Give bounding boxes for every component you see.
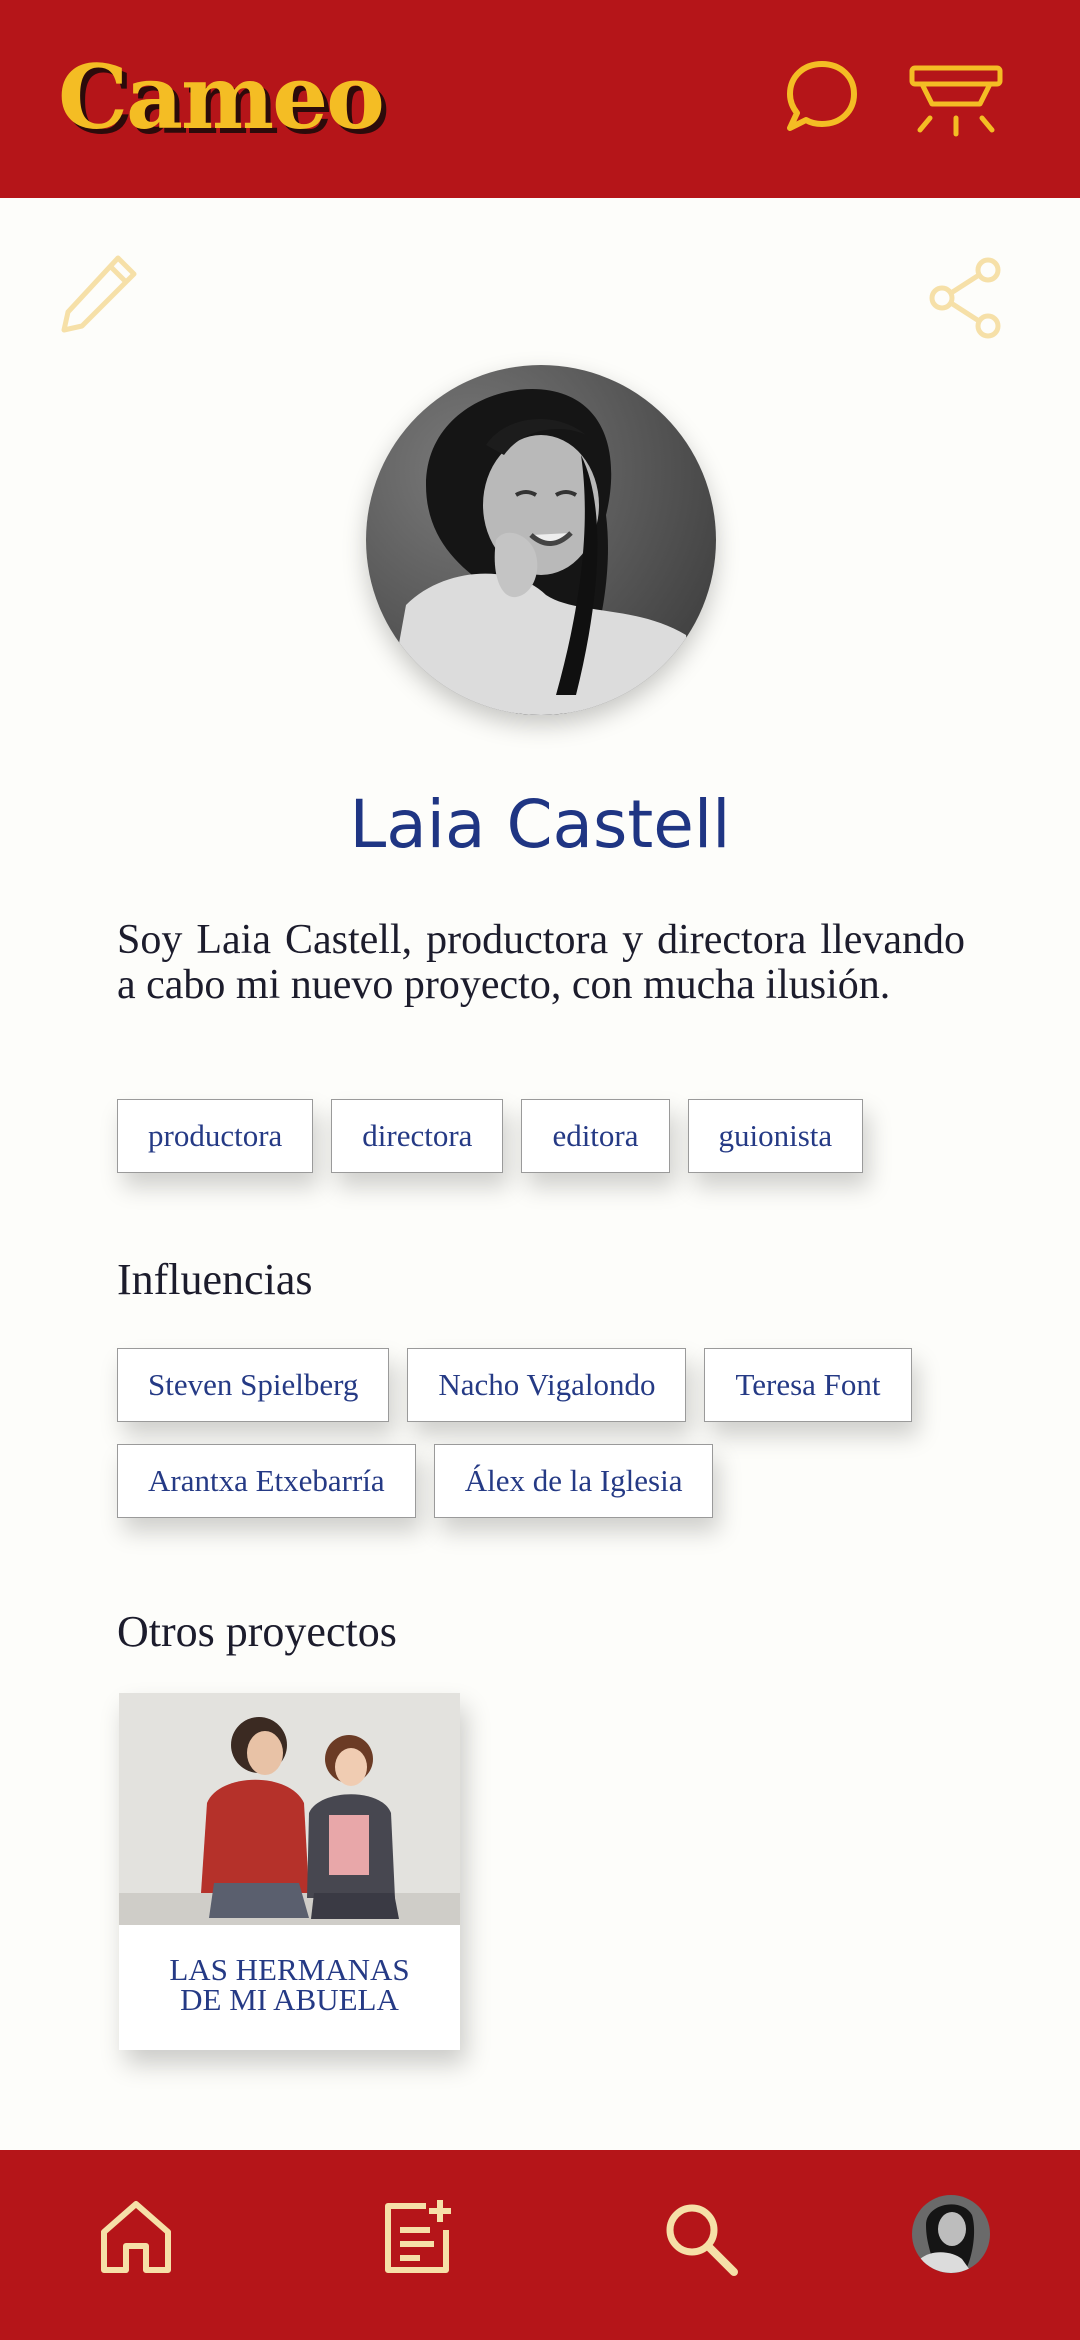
- influence-tag[interactable]: Nacho Vigalondo: [407, 1348, 687, 1422]
- app-logo[interactable]: Cameo: [58, 42, 385, 152]
- role-tags: productora directora editora guionista: [117, 1099, 864, 1173]
- profile-photo: [366, 365, 716, 715]
- project-title: LAS HERMANAS DE MI ABUELA: [169, 1952, 410, 2017]
- influence-tags: Steven Spielberg Nacho Vigalondo Teresa …: [117, 1348, 977, 1518]
- profile-avatar[interactable]: [912, 2195, 990, 2273]
- pencil-icon[interactable]: [58, 252, 140, 334]
- influence-tag[interactable]: Teresa Font: [704, 1348, 912, 1422]
- role-tag[interactable]: guionista: [687, 1099, 864, 1173]
- profile-name: Laia Castell: [349, 786, 731, 863]
- role-tag[interactable]: editora: [521, 1099, 670, 1173]
- project-card[interactable]: LAS HERMANAS DE MI ABUELA: [119, 1693, 460, 2050]
- role-tag[interactable]: productora: [117, 1099, 314, 1173]
- influence-tag[interactable]: Steven Spielberg: [117, 1348, 390, 1422]
- search-icon[interactable]: [660, 2198, 742, 2280]
- role-tag[interactable]: directora: [331, 1099, 504, 1173]
- notes-icon[interactable]: [378, 2196, 458, 2278]
- influences-title: Influencias: [117, 1255, 313, 1304]
- chat-bubble-icon[interactable]: [782, 56, 862, 136]
- projects-title: Otros proyectos: [117, 1607, 397, 1656]
- top-app-bar: Cameo: [0, 0, 1080, 198]
- influence-tag[interactable]: Álex de la Iglesia: [433, 1444, 714, 1518]
- influence-tag[interactable]: Arantxa Etxebarría: [117, 1444, 416, 1518]
- spotlight-icon[interactable]: [908, 56, 1004, 156]
- project-image: [119, 1693, 460, 1925]
- profile-bio: Soy Laia Castell, productora y directora…: [117, 917, 965, 1008]
- share-icon[interactable]: [926, 256, 1006, 340]
- bottom-nav: [0, 2150, 1080, 2340]
- home-icon[interactable]: [96, 2196, 176, 2278]
